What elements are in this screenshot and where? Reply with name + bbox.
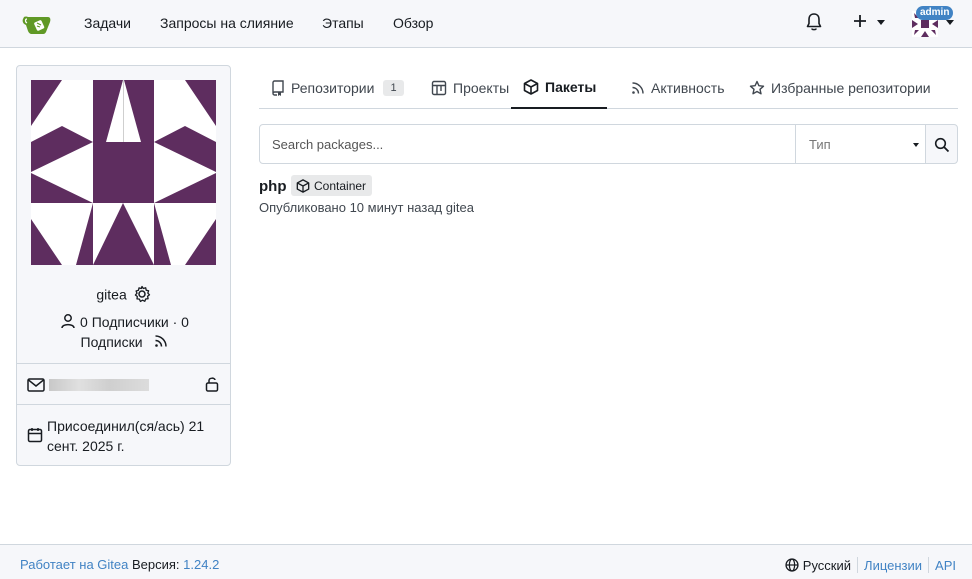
followers-block: 0 Подписчики · 0 Подписки — [37, 312, 212, 352]
bell-icon[interactable] — [805, 12, 823, 32]
search-button[interactable] — [925, 124, 958, 164]
language-selector[interactable]: Русский — [803, 558, 851, 573]
profile-avatar — [31, 80, 216, 265]
card-divider — [17, 363, 230, 364]
tab-projects[interactable]: Проекты — [431, 66, 509, 109]
joined-date: Присоединил(ся/ась) 21 сент. 2025 г. — [47, 418, 205, 454]
package-type-badge: Container — [291, 175, 373, 196]
mail-icon — [27, 378, 45, 392]
followers-count[interactable]: 0 Подписчики · 0 — [80, 314, 189, 330]
package-icon — [523, 78, 539, 95]
project-icon — [431, 80, 447, 95]
profile-card: gitea 0 Подписчики · 0 Подписки Присоеди… — [16, 65, 231, 466]
unlock-icon[interactable] — [205, 376, 219, 392]
tab-repositories-label: Репозитории — [291, 79, 375, 96]
rss-icon[interactable] — [154, 334, 168, 348]
create-chevron-down-icon[interactable] — [877, 20, 885, 25]
tab-starred-repos[interactable]: Избранные репозитории — [749, 66, 931, 109]
version-label: Версия: — [131, 557, 180, 572]
footer-left: Работает на Gitea Версия: 1.24.2 — [20, 557, 219, 572]
star-icon — [749, 80, 765, 94]
type-select-placeholder: Тип — [809, 137, 831, 152]
nav-explore[interactable]: Обзор — [393, 15, 433, 31]
repo-icon — [272, 79, 284, 96]
search-icon — [934, 137, 950, 153]
following-label[interactable]: Подписки — [81, 334, 143, 350]
package-meta: Опубликовано 10 минут назад gitea — [259, 200, 474, 215]
package-search-form: Тип — [259, 124, 958, 164]
gitea-logo-icon[interactable] — [22, 11, 54, 35]
powered-by-link[interactable]: Работает на Gitea — [20, 557, 128, 572]
person-icon — [61, 314, 75, 329]
version-link[interactable]: 1.24.2 — [183, 557, 219, 572]
tab-projects-label: Проекты — [453, 79, 510, 96]
tab-packages-label: Пакеты — [545, 78, 597, 95]
top-navbar: Задачи Запросы на слияние Этапы Обзор ad… — [0, 0, 972, 48]
search-input[interactable] — [259, 124, 796, 164]
rss-icon — [632, 81, 644, 94]
type-select[interactable]: Тип — [795, 124, 926, 164]
calendar-icon — [27, 428, 43, 443]
nav-pull-requests[interactable]: Запросы на слияние — [160, 15, 294, 31]
package-icon — [296, 178, 310, 193]
package-type-label: Container — [314, 178, 367, 193]
chevron-down-icon — [913, 143, 919, 147]
tab-activity-label: Активность — [651, 79, 725, 96]
nav-milestones[interactable]: Этапы — [322, 15, 364, 31]
tab-activity[interactable]: Активность — [631, 66, 725, 109]
package-name-link[interactable]: php — [259, 178, 287, 195]
globe-icon — [785, 558, 799, 572]
profile-username[interactable]: gitea — [96, 286, 126, 302]
admin-badge: admin — [916, 6, 954, 20]
footer: Работает на Gitea Версия: 1.24.2 Русский… — [0, 544, 972, 579]
email-hidden — [49, 379, 149, 391]
footer-divider — [928, 557, 930, 573]
plus-icon[interactable] — [852, 13, 868, 29]
profile-tabs: Репозитории 1 Проекты Пакеты Активность … — [259, 66, 958, 109]
user-menu-chevron-down-icon[interactable] — [946, 20, 954, 25]
tab-repositories[interactable]: Репозитории 1 — [271, 66, 404, 109]
repo-count-badge: 1 — [383, 79, 404, 96]
profile-username-row: gitea — [17, 285, 230, 303]
email-row — [27, 376, 220, 394]
gear-icon[interactable] — [133, 285, 151, 303]
footer-right: Русский Лицензии API — [785, 557, 956, 573]
licenses-link[interactable]: Лицензии — [864, 558, 922, 573]
footer-divider — [857, 557, 859, 573]
tab-packages[interactable]: Пакеты — [511, 66, 608, 109]
nav-issues[interactable]: Задачи — [84, 15, 131, 31]
api-link[interactable]: API — [935, 558, 956, 573]
card-divider — [17, 404, 230, 405]
tab-starred-label: Избранные репозитории — [771, 79, 931, 96]
